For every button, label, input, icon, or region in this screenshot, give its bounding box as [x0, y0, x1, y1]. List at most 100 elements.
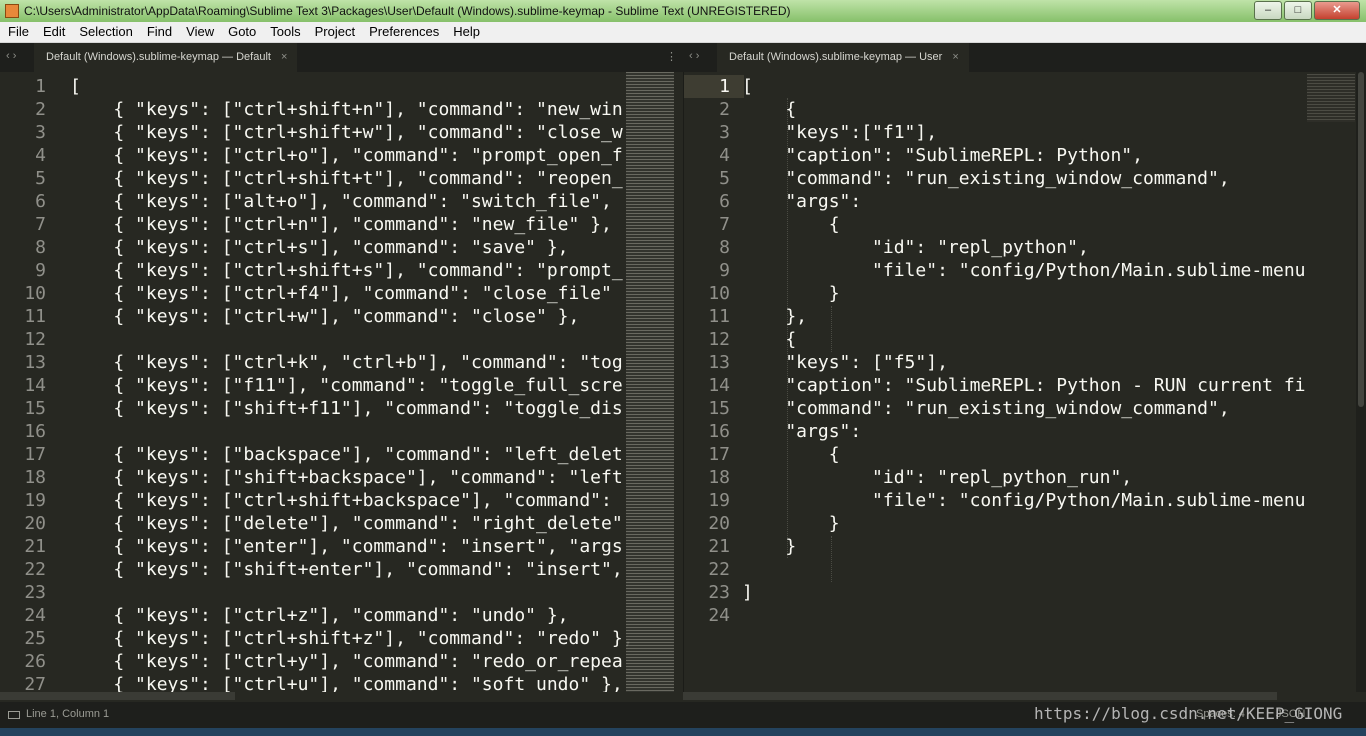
- code-line[interactable]: "args":: [742, 420, 1307, 443]
- code-line[interactable]: "keys": ["f5"],: [742, 351, 1307, 374]
- code-line[interactable]: { "keys": ["ctrl+o"], "command": "prompt…: [70, 144, 626, 167]
- code-line[interactable]: },: [742, 305, 1307, 328]
- code-line[interactable]: { "keys": ["shift+enter"], "command": "i…: [70, 558, 626, 581]
- code-line[interactable]: { "keys": ["ctrl+w"], "command": "close"…: [70, 305, 626, 328]
- code-line[interactable]: [70, 420, 626, 443]
- code-line[interactable]: { "keys": ["ctrl+shift+s"], "command": "…: [70, 259, 626, 282]
- menu-selection[interactable]: Selection: [71, 22, 138, 42]
- line-number: 4: [719, 145, 730, 166]
- code-line[interactable]: "caption": "SublimeREPL: Python - RUN cu…: [742, 374, 1307, 397]
- code-line[interactable]: { "keys": ["ctrl+n"], "command": "new_fi…: [70, 213, 626, 236]
- line-number: 1: [719, 76, 730, 97]
- code-line[interactable]: "command": "run_existing_window_command"…: [742, 397, 1307, 420]
- horizontal-scrollbar-right[interactable]: [683, 692, 1277, 700]
- code-line[interactable]: ]: [742, 581, 1307, 604]
- line-number: 21: [708, 536, 730, 557]
- menu-find[interactable]: Find: [139, 22, 178, 42]
- left-editor-pane[interactable]: 1 2 3 4 5 6 7 8 9 10 11 12 13 14 15 16 17 18 19 20 21 22 23 24 2…: [0, 72, 683, 692]
- code-line[interactable]: "file": "config/Python/Main.sublime-menu: [742, 259, 1307, 282]
- minimap[interactable]: [626, 72, 674, 692]
- code-line[interactable]: { "keys": ["ctrl+shift+w"], "command": "…: [70, 121, 626, 144]
- tab-user-keymap[interactable]: Default (Windows).sublime-keymap — User ×: [717, 43, 969, 72]
- code-line[interactable]: { "keys": ["ctrl+shift+z"], "command": "…: [70, 627, 633, 650]
- code-line[interactable]: { "keys": ["ctrl+shift+n"], "command": "…: [70, 98, 626, 121]
- code-line[interactable]: "keys":["f1"],: [742, 121, 1307, 144]
- left-tab-bar: ‹ › Default (Windows).sublime-keymap — D…: [0, 43, 683, 72]
- code-line[interactable]: { "keys": ["ctrl+u"], "command": "soft_u…: [70, 673, 626, 692]
- tab-nav-arrows[interactable]: ‹ ›: [689, 50, 699, 62]
- vertical-scrollbar[interactable]: [1356, 72, 1366, 692]
- line-number: 17: [708, 444, 730, 465]
- code-line[interactable]: { "keys": ["backspace"], "command": "lef…: [70, 443, 626, 466]
- line-number: 2: [719, 99, 730, 120]
- line-number: 22: [708, 559, 730, 580]
- code-line[interactable]: }: [742, 535, 1307, 558]
- line-number: 4: [35, 145, 46, 166]
- line-number: 2: [35, 99, 46, 120]
- menu-preferences[interactable]: Preferences: [361, 22, 445, 42]
- menu-file[interactable]: File: [0, 22, 35, 42]
- tab-close-icon[interactable]: ×: [281, 51, 287, 63]
- code-line[interactable]: {: [742, 328, 1307, 351]
- code-line[interactable]: [: [742, 75, 1307, 98]
- pane-menu-icon[interactable]: ⋮: [666, 50, 677, 63]
- code-line[interactable]: { "keys": ["ctrl+z"], "command": "undo" …: [70, 604, 626, 627]
- menu-edit[interactable]: Edit: [35, 22, 71, 42]
- code-line[interactable]: { "keys": ["ctrl+f4"], "command": "close…: [70, 282, 626, 305]
- code-line[interactable]: "command": "run_existing_window_command"…: [742, 167, 1307, 190]
- menu-help[interactable]: Help: [445, 22, 486, 42]
- code-line[interactable]: "id": "repl_python",: [742, 236, 1307, 259]
- line-number: 13: [708, 352, 730, 373]
- line-number: 19: [708, 490, 730, 511]
- code-line[interactable]: { "keys": ["delete"], "command": "right_…: [70, 512, 626, 535]
- code-line[interactable]: {: [742, 98, 1307, 121]
- code-line[interactable]: [742, 604, 1307, 627]
- code-line[interactable]: {: [742, 443, 1307, 466]
- code-line[interactable]: }: [742, 282, 1307, 305]
- menu-project[interactable]: Project: [307, 22, 361, 42]
- code-line[interactable]: [70, 328, 626, 351]
- code-line[interactable]: { "keys": ["alt+o"], "command": "switch_…: [70, 190, 626, 213]
- minimize-button[interactable]: –: [1254, 1, 1282, 20]
- code-line[interactable]: {: [742, 213, 1307, 236]
- line-number: 27: [24, 674, 46, 692]
- panel-toggle-icon[interactable]: [8, 711, 20, 719]
- scrollbar-thumb[interactable]: [1358, 72, 1364, 407]
- code-line[interactable]: { "keys": ["shift+backspace"], "command"…: [70, 466, 626, 489]
- line-number: 26: [24, 651, 46, 672]
- maximize-button[interactable]: □: [1284, 1, 1312, 20]
- code-line[interactable]: { "keys": ["ctrl+y"], "command": "redo_o…: [70, 650, 626, 673]
- window-controls: – □ ✕: [1254, 1, 1360, 20]
- code-line[interactable]: [70, 581, 626, 604]
- menu-view[interactable]: View: [178, 22, 220, 42]
- code-line[interactable]: [: [70, 75, 626, 98]
- code-line[interactable]: "file": "config/Python/Main.sublime-menu: [742, 489, 1307, 512]
- code-line[interactable]: { "keys": ["ctrl+shift+backspace"], "com…: [70, 489, 626, 512]
- menu-goto[interactable]: Goto: [220, 22, 262, 42]
- code-line[interactable]: { "keys": ["f11"], "command": "toggle_fu…: [70, 374, 626, 397]
- code-line[interactable]: "caption": "SublimeREPL: Python",: [742, 144, 1307, 167]
- right-editor-pane[interactable]: 1 2 3 4 5 6 7 8 9 10 11 12 13 14 15 16 17 18 19 20 21 22 23 24 …: [683, 72, 1366, 692]
- code-line[interactable]: { "keys": ["ctrl+s"], "command": "save" …: [70, 236, 626, 259]
- tab-nav-arrows[interactable]: ‹ ›: [6, 50, 16, 62]
- window-title: C:\Users\Administrator\AppData\Roaming\S…: [24, 4, 791, 18]
- line-number: 6: [35, 191, 46, 212]
- code-line[interactable]: { "keys": ["ctrl+k", "ctrl+b"], "command…: [70, 351, 626, 374]
- code-line[interactable]: }: [742, 512, 1307, 535]
- code-line[interactable]: { "keys": ["shift+f11"], "command": "tog…: [70, 397, 626, 420]
- code-line[interactable]: { "keys": ["ctrl+shift+t"], "command": "…: [70, 167, 626, 190]
- menu-tools[interactable]: Tools: [262, 22, 306, 42]
- code-line[interactable]: "args":: [742, 190, 1307, 213]
- close-window-button[interactable]: ✕: [1314, 1, 1360, 20]
- horizontal-scrollbar-left[interactable]: [0, 692, 235, 700]
- code-area[interactable]: [ { "keys": ["ctrl+shift+n"], "command":…: [70, 75, 634, 692]
- code-line[interactable]: [742, 558, 1307, 581]
- code-area[interactable]: [ { "keys":["f1"], "caption": "SublimeRE…: [742, 75, 1307, 627]
- code-line[interactable]: { "keys": ["enter"], "command": "insert"…: [70, 535, 626, 558]
- watermark: https://blog.csdn.net/KEEP_GIONG: [1034, 704, 1343, 723]
- tab-default-keymap[interactable]: Default (Windows).sublime-keymap — Defau…: [34, 43, 298, 72]
- line-number: 13: [24, 352, 46, 373]
- tab-close-icon[interactable]: ×: [952, 51, 958, 63]
- minimap[interactable]: [1307, 74, 1355, 122]
- code-line[interactable]: "id": "repl_python_run",: [742, 466, 1307, 489]
